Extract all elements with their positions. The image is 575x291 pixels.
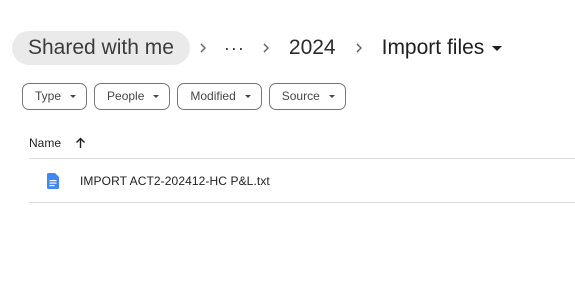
filter-source-chip[interactable]: Source [268,82,346,110]
breadcrumb-current-folder-button[interactable]: Import files [372,31,507,65]
name-column-header[interactable]: Name [29,133,86,153]
chevron-right-icon [350,42,368,54]
chevron-right-icon [257,42,275,54]
breadcrumb: Shared with me ··· 2024 Import files [12,31,506,65]
filter-label: People [107,89,145,103]
filter-bar: Type People Modified Source [22,82,346,110]
divider [29,202,575,203]
caret-down-icon [328,94,335,98]
breadcrumb-folder-2024[interactable]: 2024 [279,31,346,65]
sort-arrow-up-icon[interactable] [75,137,86,149]
caret-down-icon [153,94,160,98]
column-name-label: Name [29,136,62,150]
caret-down-icon [70,94,77,98]
current-folder-label: Import files [381,36,485,59]
caret-down-icon [492,45,503,51]
chevron-right-icon [194,42,212,54]
filter-people-chip[interactable]: People [94,82,171,110]
filter-label: Type [35,89,62,103]
doc-file-icon [47,172,63,190]
file-name: IMPORT ACT2-202412-HC P&L.txt [80,173,270,188]
filter-modified-chip[interactable]: Modified [177,82,262,110]
filter-type-chip[interactable]: Type [22,82,88,110]
breadcrumb-more-button[interactable]: ··· [216,31,253,65]
file-row[interactable]: IMPORT ACT2-202412-HC P&L.txt [29,159,575,202]
breadcrumb-shared-with-me[interactable]: Shared with me [12,31,190,65]
filter-label: Modified [190,89,236,103]
caret-down-icon [244,94,251,98]
drive-page: Shared with me ··· 2024 Import files Typ… [0,0,575,291]
filter-label: Source [281,89,320,103]
